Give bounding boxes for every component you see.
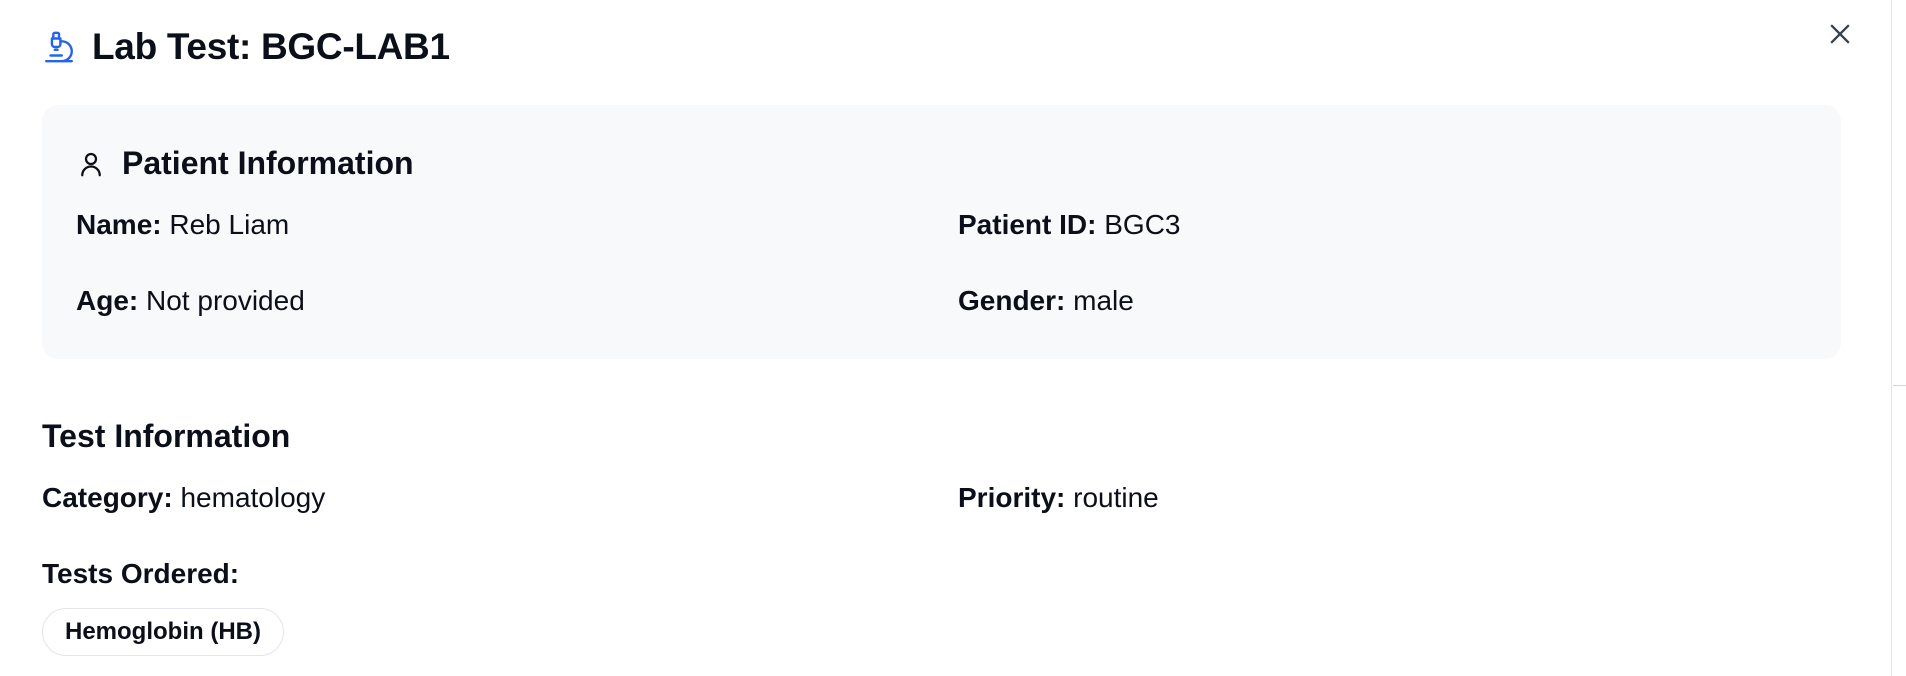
test-category-field: Category: hematology — [42, 482, 325, 514]
patient-information-heading: Patient Information — [122, 145, 414, 181]
close-icon — [1830, 24, 1850, 44]
patient-age-label: Age: — [76, 285, 139, 316]
test-priority-value: routine — [1073, 482, 1159, 513]
patient-id-field: Patient ID: BGC3 — [958, 209, 1181, 241]
background-page-edge — [1891, 0, 1906, 676]
patient-id-value: BGC3 — [1104, 209, 1181, 240]
background-divider — [1893, 385, 1906, 386]
modal-header: Lab Test: BGC-LAB1 — [42, 26, 450, 68]
microscope-icon — [45, 31, 73, 63]
test-priority-field: Priority: routine — [958, 482, 1159, 514]
patient-information-header: Patient Information — [76, 145, 414, 182]
modal-title: Lab Test: BGC-LAB1 — [92, 26, 450, 67]
tests-ordered-label: Tests Ordered: — [42, 558, 240, 589]
user-icon — [81, 152, 101, 176]
test-information-heading: Test Information — [42, 418, 291, 454]
patient-age-value: Not provided — [146, 285, 305, 316]
close-button[interactable] — [1822, 16, 1858, 52]
tests-ordered-field: Tests Ordered: — [42, 558, 239, 590]
patient-gender-field: Gender: male — [958, 285, 1134, 317]
tests-ordered-chip: Hemoglobin (HB) — [42, 608, 284, 656]
lab-test-modal: Lab Test: BGC-LAB1 Patient Information N… — [0, 0, 1892, 676]
patient-information-card: Patient Information Name: Reb Liam Patie… — [42, 105, 1841, 359]
patient-name-label: Name: — [76, 209, 162, 240]
test-category-label: Category: — [42, 482, 173, 513]
patient-gender-value: male — [1073, 285, 1134, 316]
patient-age-field: Age: Not provided — [76, 285, 305, 317]
patient-name-field: Name: Reb Liam — [76, 209, 289, 241]
patient-name-value: Reb Liam — [169, 209, 290, 240]
patient-id-label: Patient ID: — [958, 209, 1097, 240]
test-priority-label: Priority: — [958, 482, 1066, 513]
patient-gender-label: Gender: — [958, 285, 1066, 316]
test-category-value: hematology — [180, 482, 326, 513]
